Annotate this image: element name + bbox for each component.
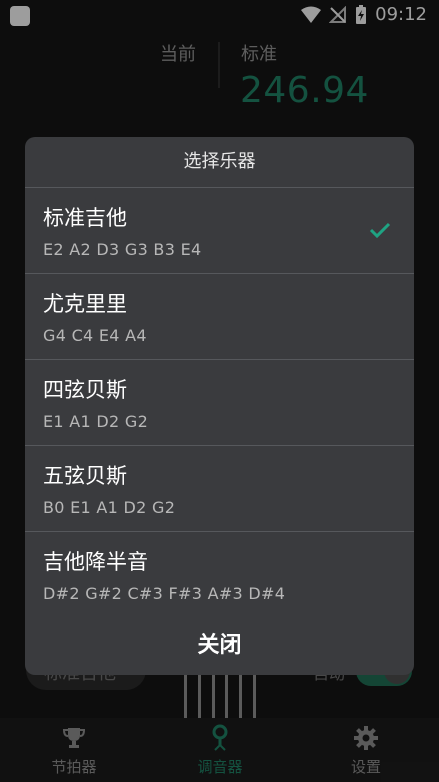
instrument-name: 标准吉他 bbox=[43, 206, 127, 230]
instrument-option-five-string-bass[interactable]: 五弦贝斯 B0 E1 A1 D2 G2 bbox=[25, 446, 414, 532]
instrument-name: 吉他降半音 bbox=[43, 550, 148, 574]
close-button[interactable]: 关闭 bbox=[25, 611, 414, 675]
instrument-option-standard-guitar[interactable]: 标准吉他 E2 A2 D3 G3 B3 E4 bbox=[25, 188, 414, 274]
instrument-option-guitar-half-step-down[interactable]: 吉他降半音 D#2 G#2 C#3 F#3 A#3 D#4 bbox=[25, 532, 414, 618]
instrument-dialog: 选择乐器 标准吉他 E2 A2 D3 G3 B3 E4 尤克里里 G4 C4 E… bbox=[25, 137, 414, 675]
instrument-notes: G4 C4 E4 A4 bbox=[43, 326, 147, 345]
instrument-name: 五弦贝斯 bbox=[43, 464, 127, 488]
instrument-notes: E1 A1 D2 G2 bbox=[43, 412, 149, 431]
dialog-title: 选择乐器 bbox=[25, 137, 414, 188]
instrument-notes: B0 E1 A1 D2 G2 bbox=[43, 498, 176, 517]
checkmark-icon bbox=[369, 222, 391, 239]
instrument-name: 四弦贝斯 bbox=[43, 378, 127, 402]
instrument-notes: E2 A2 D3 G3 B3 E4 bbox=[43, 240, 202, 259]
instrument-option-four-string-bass[interactable]: 四弦贝斯 E1 A1 D2 G2 bbox=[25, 360, 414, 446]
instrument-notes: D#2 G#2 C#3 F#3 A#3 D#4 bbox=[43, 584, 286, 603]
instrument-name: 尤克里里 bbox=[43, 292, 127, 316]
instrument-option-ukulele[interactable]: 尤克里里 G4 C4 E4 A4 bbox=[25, 274, 414, 360]
